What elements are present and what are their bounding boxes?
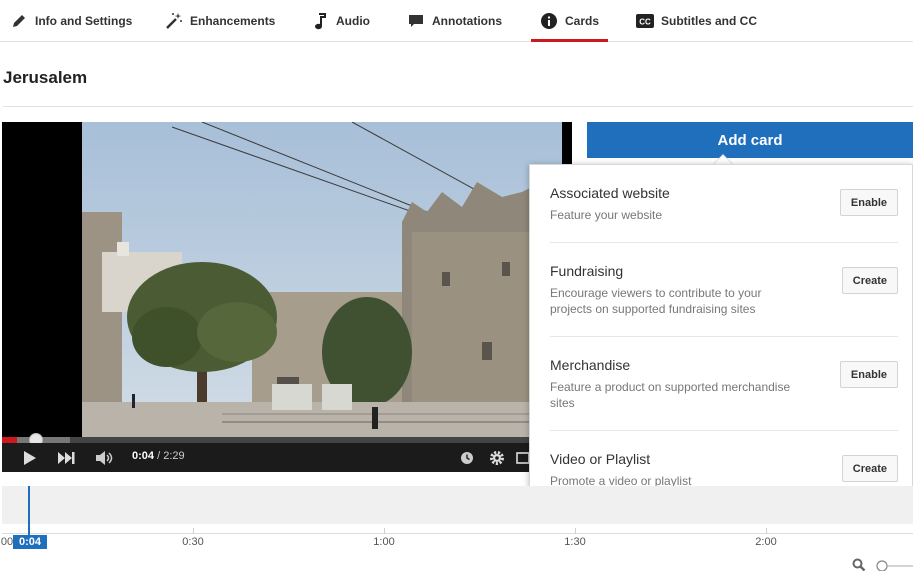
volume-button[interactable] [94,449,116,467]
time-display: 0:04 / 2:29 [132,450,185,462]
tab-label: Annotations [432,14,502,28]
zoom-slider[interactable] [876,559,913,571]
add-card-button[interactable]: Add card [587,122,913,158]
current-time: 0:04 [132,450,155,462]
theater-icon [516,452,530,464]
play-icon [24,451,36,465]
volume-icon [96,451,113,465]
tick-mark [575,528,576,534]
cards-timeline-track[interactable] [2,486,913,524]
tab-label: Audio [336,14,370,28]
tick-mark [766,528,767,534]
tab-subtitles-and-cc[interactable]: CC Subtitles and CC [636,0,757,42]
pencil-icon [10,12,28,30]
card-type-menu: Associated website Feature your website … [529,164,913,508]
tab-annotations[interactable]: Annotations [407,0,502,42]
tab-info-and-settings[interactable]: Info and Settings [10,0,132,42]
tab-label: Subtitles and CC [661,14,758,28]
magic-wand-icon [165,12,183,30]
tab-audio[interactable]: Audio [311,0,370,42]
card-option-fundraising: Fundraising Encourage viewers to contrib… [550,243,898,337]
theater-mode-button[interactable] [516,449,530,467]
watch-later-button[interactable] [460,449,474,467]
enable-associated-website-button[interactable]: Enable [839,189,898,216]
card-option-description: Feature a product on supported merchandi… [550,380,791,410]
create-video-or-playlist-button[interactable]: Create [841,455,898,482]
speech-bubble-icon [407,12,425,30]
svg-text:CC: CC [639,18,651,27]
timeline-start-label: 00 [0,536,14,548]
next-button[interactable] [58,449,76,467]
cc-icon: CC [636,12,654,30]
timeline-tick-label: 1:30 [564,536,586,548]
tab-cards[interactable]: Cards [530,0,609,42]
zoom-icon [852,558,866,571]
divider [3,106,913,107]
info-icon [540,12,558,30]
timeline-playhead[interactable] [28,486,30,536]
card-option-title: Associated website [550,185,670,201]
card-option-title: Video or Playlist [550,451,651,467]
player-controls: 0:04 / 2:29 [2,443,572,472]
tab-label: Cards [565,14,600,28]
card-option-description: Feature your website [550,208,663,222]
gear-icon [490,451,504,465]
playhead-time-label: 0:04 [13,535,47,549]
tick-mark [193,528,194,534]
tab-label: Info and Settings [35,14,133,28]
editor-tabs: Info and Settings Enhancements Audio Ann… [0,0,913,42]
card-option-merchandise: Merchandise Feature a product on support… [550,337,898,431]
timeline-axis [2,533,913,534]
card-option-associated-website: Associated website Feature your website … [550,165,898,243]
skip-next-icon [58,452,75,464]
video-player[interactable]: 0:04 / 2:29 [2,122,572,472]
video-title: Jerusalem [3,68,88,87]
card-option-description: Encourage viewers to contribute to your … [550,286,762,316]
card-option-title: Merchandise [550,357,631,373]
play-button[interactable] [22,449,38,467]
card-option-title: Fundraising [550,263,624,279]
timeline-tick-label: 1:00 [373,536,395,548]
tick-mark [384,528,385,534]
video-frame [82,122,562,437]
timeline-tick-label: 0:30 [182,536,204,548]
tab-enhancements[interactable]: Enhancements [165,0,275,42]
music-note-icon [311,12,329,30]
timeline-tick-label: 2:00 [755,536,777,548]
enable-merchandise-button[interactable]: Enable [839,361,898,388]
clock-icon [461,452,473,464]
settings-button[interactable] [488,449,506,467]
create-fundraising-button[interactable]: Create [841,267,898,294]
duration: / 2:29 [157,450,185,462]
tab-label: Enhancements [190,14,276,28]
